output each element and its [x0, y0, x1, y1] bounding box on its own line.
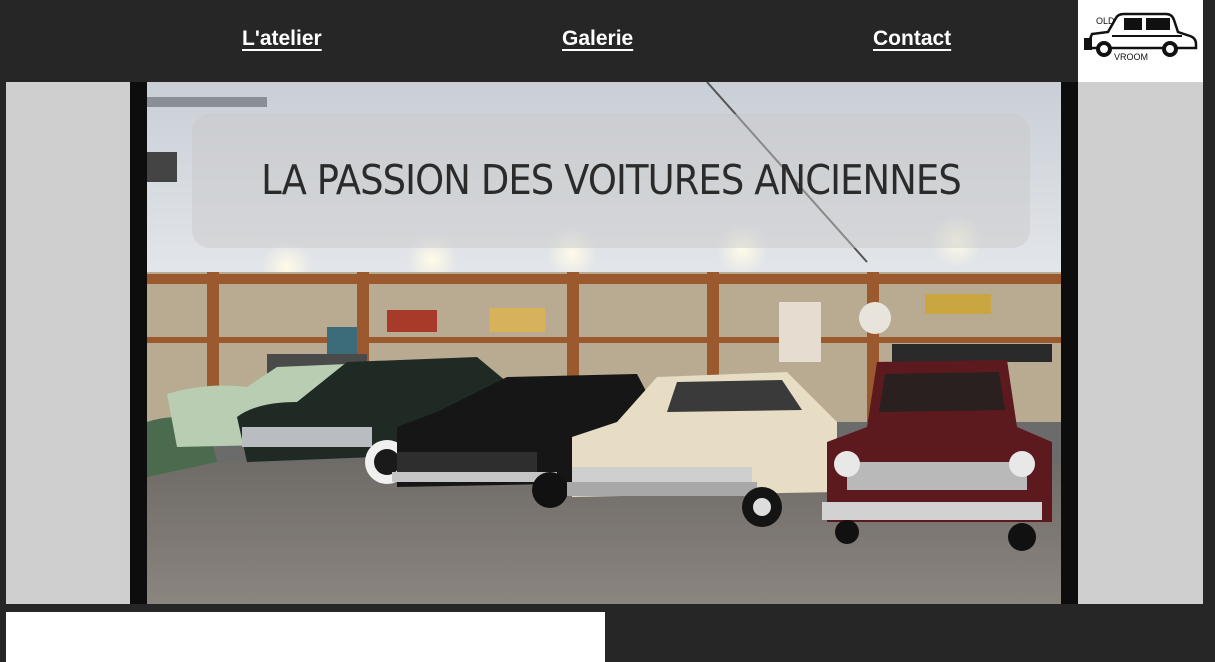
logo-text-old: OLD: [1096, 16, 1115, 26]
logo-text-vroom: VROOM: [1114, 52, 1148, 62]
hero-title: LA PASSION DES VOITURES ANCIENNES: [261, 156, 962, 204]
left-side-panel: [6, 82, 130, 604]
page-frame: L'atelier Galerie Contact OLD VROOM LA P…: [0, 0, 1215, 662]
nav-link-contact[interactable]: Contact: [873, 27, 951, 51]
hero-section: LA PASSION DES VOITURES ANCIENNES: [147, 82, 1061, 604]
top-nav-bar: L'atelier Galerie Contact: [6, 0, 1077, 82]
nav-link-galerie[interactable]: Galerie: [562, 27, 633, 51]
right-divider: [1061, 82, 1078, 604]
vintage-car-icon: OLD VROOM: [1084, 12, 1198, 62]
bottom-content-panel: [6, 612, 605, 662]
left-divider: [130, 82, 147, 604]
right-side-panel: [1078, 82, 1203, 604]
hero-title-banner: LA PASSION DES VOITURES ANCIENNES: [192, 114, 1030, 248]
nav-link-atelier[interactable]: L'atelier: [242, 27, 322, 51]
site-logo[interactable]: OLD VROOM: [1078, 0, 1203, 82]
